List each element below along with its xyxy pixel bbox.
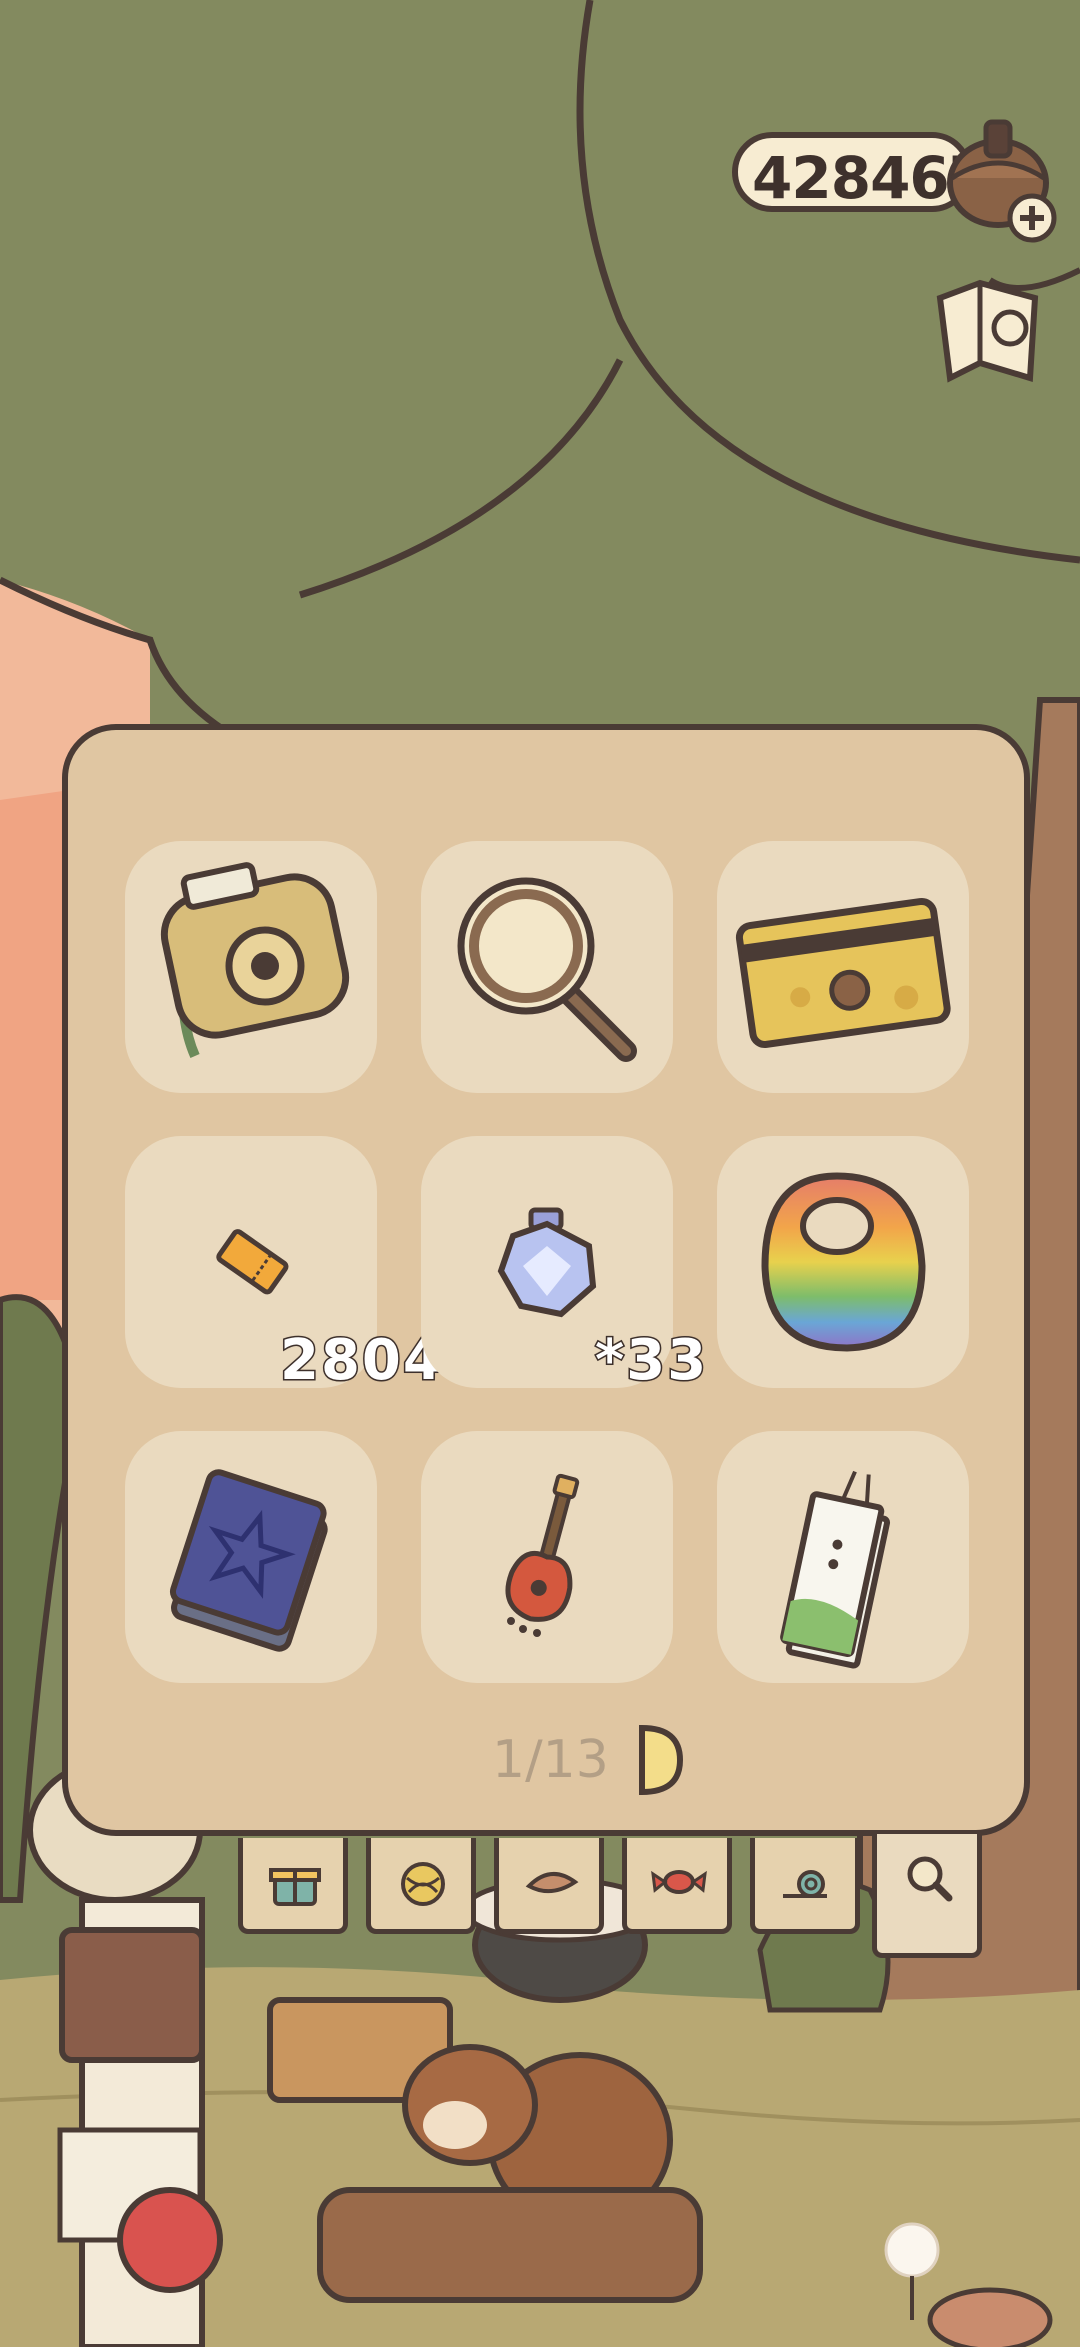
inventory-slot-deck[interactable] — [125, 1431, 377, 1683]
tab-search[interactable] — [872, 1834, 982, 1958]
magnifier-icon — [457, 877, 637, 1062]
inventory-slot-crystal[interactable]: *33 — [421, 1136, 708, 1395]
camera-icon — [160, 862, 350, 1059]
inventory-slot-magnifier[interactable] — [421, 841, 673, 1093]
deck-icon — [169, 1469, 328, 1652]
search-icon — [907, 1856, 953, 1902]
bag-icon — [761, 1172, 926, 1352]
yarn-icon — [401, 1862, 445, 1906]
plus-icon — [1007, 193, 1057, 243]
candy-icon — [651, 1870, 707, 1894]
inventory-slot-rainbow-bag[interactable] — [717, 1136, 969, 1388]
gift-icon — [269, 1868, 321, 1906]
add-currency-button[interactable] — [940, 108, 1070, 248]
inventory-slot-guitar[interactable] — [421, 1431, 673, 1683]
tab-snail[interactable] — [750, 1838, 860, 1934]
guitar-icon — [505, 1473, 580, 1637]
next-page-button[interactable] — [636, 1722, 686, 1798]
snail-icon — [783, 1870, 827, 1898]
map-button[interactable] — [925, 268, 1055, 398]
bookmark-icon — [780, 1470, 891, 1669]
inventory-slot-card[interactable] — [717, 841, 969, 1093]
inventory-slot-ticket[interactable]: 2804 — [125, 1136, 443, 1395]
tab-candy[interactable] — [622, 1838, 732, 1934]
item-count: *33 — [593, 1327, 709, 1395]
inventory-slot-bookmark[interactable] — [717, 1431, 969, 1683]
card-icon — [735, 897, 951, 1048]
tab-yarn[interactable] — [366, 1838, 476, 1934]
item-count: 2804 — [279, 1327, 444, 1395]
map-icon — [936, 279, 1039, 383]
leaf-icon — [525, 1872, 579, 1894]
inventory-slot-camera[interactable] — [125, 841, 377, 1093]
currency-counter: 428467 — [732, 132, 989, 212]
tab-leaf[interactable] — [494, 1838, 604, 1934]
tab-gifts[interactable] — [238, 1838, 348, 1934]
chevron-right-icon — [639, 1724, 684, 1796]
page-indicator: 1/13 — [492, 1730, 609, 1790]
